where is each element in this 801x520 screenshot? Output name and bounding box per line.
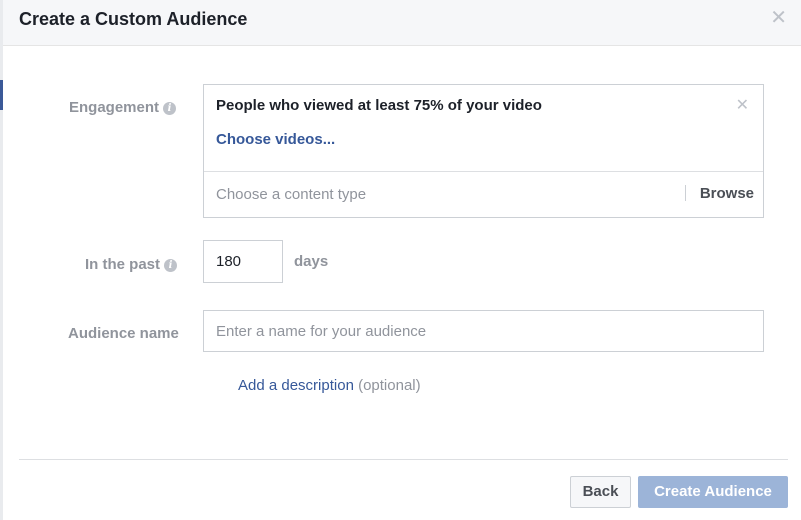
- info-icon[interactable]: i: [163, 102, 177, 115]
- back-button[interactable]: Back: [570, 476, 631, 508]
- content-type-input[interactable]: Choose a content type: [216, 186, 366, 203]
- days-unit-label: days: [294, 253, 329, 270]
- create-audience-button[interactable]: Create Audience: [638, 476, 788, 508]
- info-icon[interactable]: i: [164, 259, 178, 272]
- retention-days-input[interactable]: [203, 240, 283, 283]
- retention-label-text: In the past: [85, 256, 161, 273]
- remove-engagement-icon[interactable]: ✕: [736, 95, 749, 115]
- engagement-box: People who viewed at least 75% of your v…: [203, 84, 764, 218]
- audience-name-label: Audience name: [68, 325, 179, 342]
- dialog-header: Create a Custom Audience ✕: [3, 0, 801, 46]
- engagement-divider: [204, 171, 763, 172]
- dialog-title: Create a Custom Audience: [19, 9, 248, 29]
- choose-videos-link[interactable]: Choose videos...: [216, 131, 335, 148]
- custom-audience-dialog: Create a Custom Audience ✕ Engagement i P…: [3, 0, 801, 520]
- engagement-selected-type: People who viewed at least 75% of your v…: [216, 97, 542, 114]
- add-description-link[interactable]: Add a description: [238, 377, 354, 394]
- optional-text: (optional): [358, 377, 421, 394]
- engagement-label-text: Engagement: [69, 99, 160, 116]
- retention-label: In the past i: [85, 256, 178, 273]
- engagement-label: Engagement i: [69, 99, 177, 116]
- close-icon[interactable]: ✕: [770, 8, 787, 28]
- description-row: Add a description (optional): [238, 377, 421, 394]
- audience-name-input[interactable]: [203, 310, 764, 352]
- browse-separator: [685, 185, 686, 201]
- footer-divider: [19, 459, 788, 460]
- browse-button[interactable]: Browse: [700, 185, 754, 202]
